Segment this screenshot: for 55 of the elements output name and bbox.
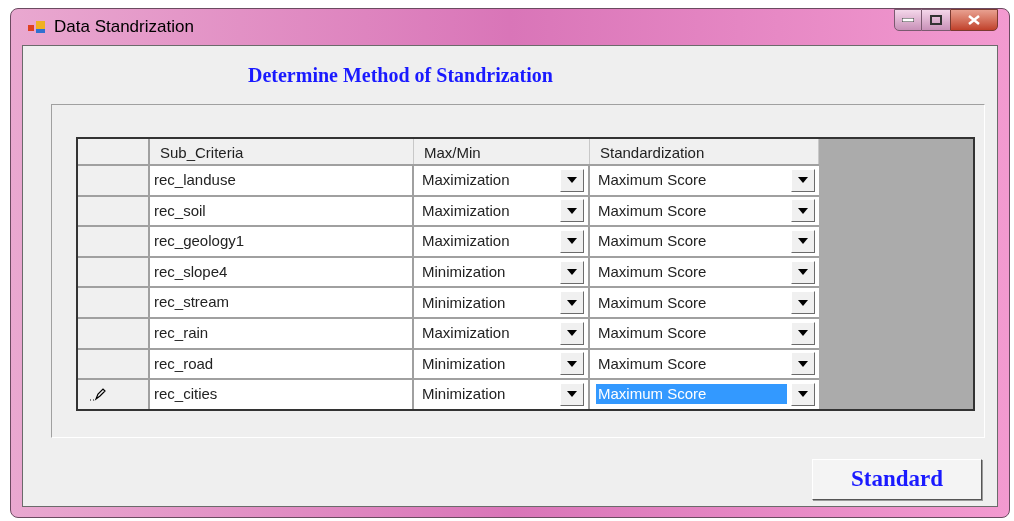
maximize-icon [930, 15, 942, 25]
table-cell: rec_landuse [150, 166, 414, 195]
minimize-button[interactable] [894, 9, 922, 31]
table-cell: rec_stream [150, 288, 414, 317]
table-cell: rec_geology1 [150, 227, 414, 256]
dropdown-button[interactable] [791, 260, 815, 284]
dropdown-button[interactable] [560, 321, 584, 345]
table-cell: rec_road [150, 349, 414, 379]
caret-icon [798, 391, 808, 398]
column-header[interactable]: Standardization [590, 139, 819, 164]
dropdown-button[interactable] [560, 199, 584, 223]
standard-button[interactable]: Standard [812, 459, 982, 500]
caret-icon [798, 360, 808, 367]
minimize-icon [902, 18, 914, 22]
table-cell: rec_soil [150, 196, 414, 226]
caret-icon [798, 269, 808, 276]
caret-icon [567, 299, 577, 306]
dropdown-button[interactable] [560, 382, 584, 406]
dropdown-button[interactable] [791, 321, 815, 345]
caret-icon [567, 391, 577, 398]
dropdown-button[interactable] [791, 168, 815, 192]
dropdown-button[interactable] [560, 230, 584, 253]
table-cell: rec_rain [150, 318, 414, 348]
caret-icon [567, 177, 577, 184]
dropdown-button[interactable] [560, 291, 584, 315]
caret-icon [567, 238, 577, 245]
row-header[interactable] [78, 380, 150, 409]
caret-icon [798, 330, 808, 337]
caret-icon [567, 269, 577, 276]
dropdown-button[interactable] [560, 352, 584, 376]
caret-icon [798, 177, 808, 184]
dropdown-button[interactable] [560, 168, 584, 192]
column-header[interactable]: Sub_Criteria [150, 139, 414, 164]
close-button[interactable] [950, 9, 998, 31]
column-header[interactable]: Max/Min [414, 139, 590, 164]
dropdown-button[interactable] [791, 382, 815, 406]
dropdown-button[interactable] [791, 291, 815, 315]
dropdown-button[interactable] [560, 260, 584, 284]
dropdown-button[interactable] [791, 230, 815, 253]
dropdown-button[interactable] [791, 352, 815, 376]
table-cell: rec_cities [150, 380, 414, 409]
maximize-button[interactable] [922, 9, 950, 31]
caret-icon [798, 238, 808, 245]
caret-icon [798, 207, 808, 214]
form-heading: Determine Method of Standrization [248, 63, 553, 88]
table-cell: rec_slope4 [150, 257, 414, 287]
app-icon [28, 20, 46, 34]
caret-icon [567, 360, 577, 367]
close-icon [968, 15, 980, 25]
caret-icon [567, 330, 577, 337]
pencil-icon [90, 387, 106, 402]
dropdown-button[interactable] [791, 199, 815, 223]
caret-icon [567, 207, 577, 214]
caret-icon [798, 299, 808, 306]
window-title: Data Standrization [54, 16, 194, 39]
